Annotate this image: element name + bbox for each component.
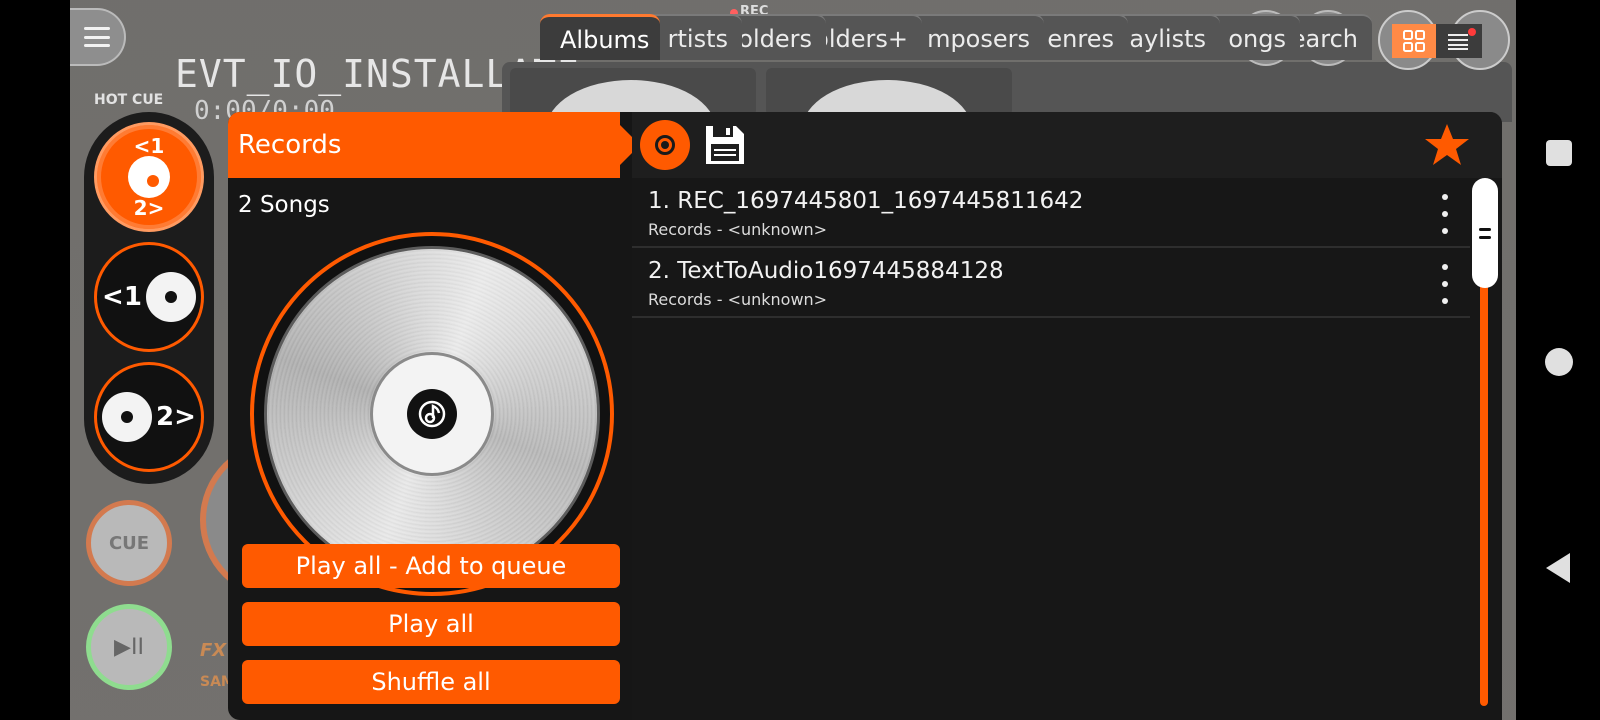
grid-view-button[interactable] xyxy=(1392,24,1436,58)
music-note-logo-icon xyxy=(407,389,457,439)
menu-icon xyxy=(84,27,110,47)
album-title: Records xyxy=(228,112,632,178)
home-icon[interactable] xyxy=(1545,348,1573,376)
hot-cue-label: HOT CUE xyxy=(94,92,164,108)
track-subtitle: Records - <unknown> xyxy=(648,220,828,239)
tab-albums[interactable]: Albums xyxy=(540,14,660,60)
list-view-button[interactable] xyxy=(1436,24,1482,58)
album-detail-panel: Records 2 Songs Play all - Add to queue … xyxy=(228,112,632,720)
track-title: 1. REC_1697445801_1697445811642 xyxy=(648,188,1084,214)
play-pause-button[interactable]: ▶II xyxy=(86,604,172,690)
deck-1-label: <1 xyxy=(102,282,142,312)
track-subtitle: Records - <unknown> xyxy=(648,290,828,309)
track-row[interactable]: 1. REC_1697445801_1697445811642 Records … xyxy=(632,178,1470,248)
shuffle-all-button[interactable]: Shuffle all xyxy=(242,660,620,704)
track-title: 2. TextToAudio1697445884128 xyxy=(648,258,1004,284)
play-all-button[interactable]: Play all xyxy=(242,602,620,646)
tab-folders-plus[interactable]: olders+ xyxy=(810,14,922,60)
tab-composers[interactable]: mposers xyxy=(906,14,1044,60)
song-count: 2 Songs xyxy=(238,192,330,218)
menu-button[interactable] xyxy=(70,8,126,66)
fx-label: FX xyxy=(200,640,227,661)
library-tab-bar: earch ongs aylists enres mposers olders+… xyxy=(540,14,1372,60)
track-list-toolbar xyxy=(632,112,1502,178)
grid-view-icon xyxy=(1403,30,1425,52)
turntable-icon xyxy=(145,272,196,322)
vinyl-label xyxy=(370,352,494,476)
app-screen: HOT CUE EVT_IO_INSTALLATI 0:00/0:00 REC … xyxy=(0,0,1600,720)
view-mode-toggle xyxy=(1392,24,1482,58)
turntable-icon xyxy=(102,392,153,442)
turntable-icon xyxy=(128,156,170,198)
tab-playlists[interactable]: aylists xyxy=(1112,14,1220,60)
scrollbar-thumb[interactable] xyxy=(1472,178,1498,288)
track-row[interactable]: 2. TextToAudio1697445884128 Records - <u… xyxy=(632,248,1470,318)
load-deck-1-button[interactable]: <1 xyxy=(94,242,204,352)
record-button[interactable] xyxy=(640,120,690,170)
back-icon[interactable] xyxy=(1546,553,1570,583)
play-all-add-to-queue-button[interactable]: Play all - Add to queue xyxy=(242,544,620,588)
track-list-panel: 1. REC_1697445801_1697445811642 Records … xyxy=(632,112,1502,720)
load-deck-2-button[interactable]: 2> xyxy=(94,362,204,472)
deck-preview-2 xyxy=(766,68,1012,180)
deck-1-arrow: <1 xyxy=(133,134,165,158)
favorite-button[interactable] xyxy=(1422,120,1472,170)
save-button[interactable] xyxy=(702,122,748,168)
notification-dot xyxy=(1468,28,1476,36)
star-icon xyxy=(1425,124,1469,165)
more-vertical-icon[interactable] xyxy=(1438,264,1452,304)
load-both-decks-button[interactable]: <1 2> xyxy=(94,122,204,232)
cue-button[interactable]: CUE xyxy=(86,500,172,586)
list-view-icon xyxy=(1448,34,1468,50)
deck-2-arrow: 2> xyxy=(133,196,165,220)
more-vertical-icon[interactable] xyxy=(1438,194,1452,234)
deck-2-label: 2> xyxy=(156,402,196,432)
album-cover xyxy=(250,232,614,596)
recent-apps-icon[interactable] xyxy=(1546,140,1572,166)
floppy-disk-icon xyxy=(706,126,744,164)
system-navigation-bar xyxy=(1516,0,1600,720)
deck-preview-1 xyxy=(510,68,756,180)
deck-selector: <1 2> <1 2> xyxy=(84,112,214,484)
record-icon xyxy=(655,135,675,155)
